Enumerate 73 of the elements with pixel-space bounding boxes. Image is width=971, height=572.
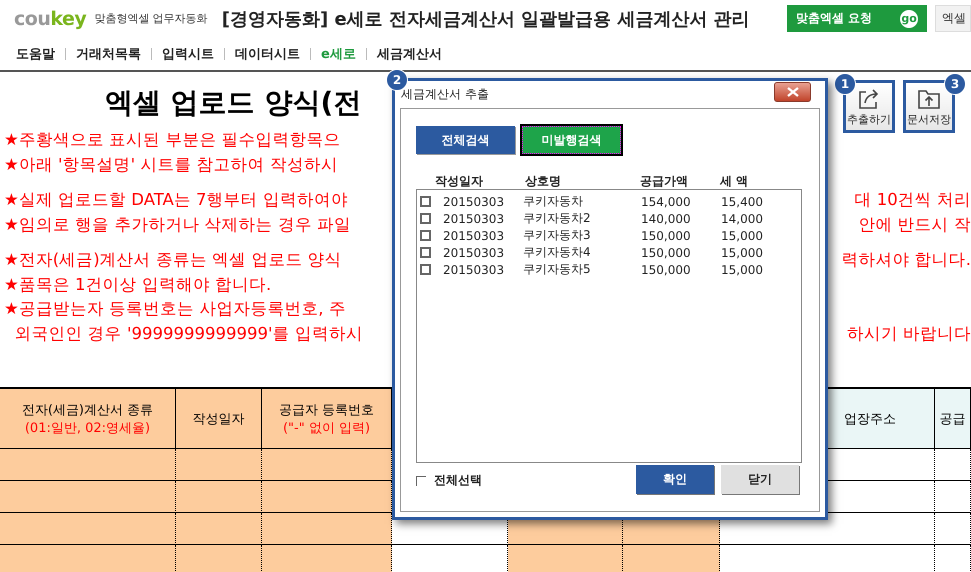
- note-text: 하시기 바랍니다: [846, 322, 971, 345]
- company-text: 쿠키자동차: [523, 193, 584, 210]
- note-text: 력하셔야 합니다.: [842, 249, 971, 272]
- column-note: (01:일반, 02:영세율): [24, 420, 150, 436]
- nav-item[interactable]: e세로: [311, 44, 366, 62]
- note-text: 외국인인 경우 '9999999999999'를 입력하시: [13, 322, 363, 345]
- note-text: ★공급받는자 등록번호는 사업자등록번호, 주: [3, 298, 346, 320]
- excel-button[interactable]: 엑셀: [935, 5, 971, 32]
- checkbox-label: 전체선택: [434, 472, 482, 489]
- column-label: 공급자 등록번호: [278, 402, 374, 418]
- folder-upload-icon: [917, 88, 941, 110]
- checkbox[interactable]: [420, 196, 431, 207]
- supply-amount: 154,000: [641, 194, 692, 208]
- logo: coukey: [14, 8, 86, 30]
- checkbox[interactable]: [416, 476, 426, 486]
- tax-amount: 15,000: [721, 246, 763, 260]
- note-text: ★품목은 1건이상 입력해야 합니다.: [3, 274, 272, 296]
- column-note: ("-" 없이 입력): [282, 420, 370, 436]
- column-label: 작성일자: [192, 410, 244, 428]
- company-text: 쿠키자동차3: [523, 227, 592, 244]
- list-header: 상호명: [525, 173, 561, 190]
- step-badge: 2: [386, 69, 408, 91]
- page-title: [경영자동화] e세로 전자세금계산서 일괄발급용 세금계산서 관리: [222, 8, 750, 30]
- supply-amount: 150,000: [641, 228, 692, 242]
- nav-item[interactable]: 도움말: [6, 44, 65, 62]
- date-text: 20150303: [443, 246, 506, 260]
- column-label: 업장주소: [844, 410, 896, 428]
- company-text: 쿠키자동차5: [523, 261, 592, 278]
- company-text: 쿠키자동차2: [523, 210, 592, 227]
- sheet-title: 엑셀 업로드 양식(전: [105, 85, 362, 121]
- date-text: 20150303: [443, 262, 506, 276]
- tax-amount: 15,400: [721, 194, 763, 208]
- list-header: 작성일자: [435, 173, 483, 190]
- tax-amount: 14,000: [721, 212, 763, 226]
- supply-amount: 150,000: [641, 262, 692, 276]
- supply-amount: 150,000: [641, 246, 692, 260]
- note-text: 대 10건씩 처리: [854, 189, 971, 212]
- step-badge: 1: [834, 73, 856, 95]
- checkbox[interactable]: [420, 247, 431, 258]
- column-label: 공급: [940, 410, 966, 428]
- close-icon: [786, 87, 798, 97]
- step-badge: 3: [944, 73, 966, 95]
- share-icon: [857, 88, 881, 110]
- note-text: ★전자(세금)계산서 종류는 엑셀 업로드 양식: [3, 249, 342, 272]
- close-dialog-button[interactable]: 닫기: [721, 465, 799, 494]
- column-label: 전자(세금)계산서 종류: [22, 402, 154, 418]
- tax-amount: 15,000: [721, 262, 763, 276]
- note-text: ★아래 '항목설명' 시트를 참고하여 작성하시: [3, 154, 338, 176]
- request-button[interactable]: 맞춤엑셀 요청 go: [787, 5, 927, 32]
- company-text: 쿠키자동차4: [523, 244, 592, 261]
- tagline: 맞춤형엑셀 업무자동화: [94, 11, 208, 26]
- supply-amount: 140,000: [641, 212, 692, 226]
- nav-item[interactable]: 세금계산서: [366, 44, 452, 62]
- nav-item[interactable]: 입력시트: [152, 44, 224, 62]
- list-header: 공급가액: [640, 173, 688, 190]
- note-text: 안에 반드시 작: [858, 214, 971, 236]
- nav-item[interactable]: 데이터시트: [225, 44, 310, 62]
- date-text: 20150303: [443, 212, 506, 226]
- date-text: 20150303: [443, 194, 506, 208]
- list-header: 세 액: [720, 173, 748, 190]
- close-button[interactable]: [774, 82, 811, 102]
- date-text: 20150303: [443, 228, 506, 242]
- note-text: ★주황색으로 표시된 부분은 필수입력항목으: [3, 129, 341, 152]
- nav-item[interactable]: 거래처목록: [66, 44, 151, 62]
- note-text: ★임의로 행을 추가하거나 삭제하는 경우 파일: [3, 214, 352, 236]
- checkbox[interactable]: [420, 264, 431, 275]
- checkbox[interactable]: [420, 213, 431, 224]
- tax-amount: 15,000: [721, 228, 763, 242]
- go-badge: go: [900, 10, 918, 28]
- search-button[interactable]: 전체검색: [416, 126, 515, 154]
- confirm-button[interactable]: 확인: [636, 465, 714, 494]
- checkbox[interactable]: [420, 230, 431, 241]
- note-text: ★실제 업로드할 DATA는 7행부터 입력하여야: [3, 189, 348, 212]
